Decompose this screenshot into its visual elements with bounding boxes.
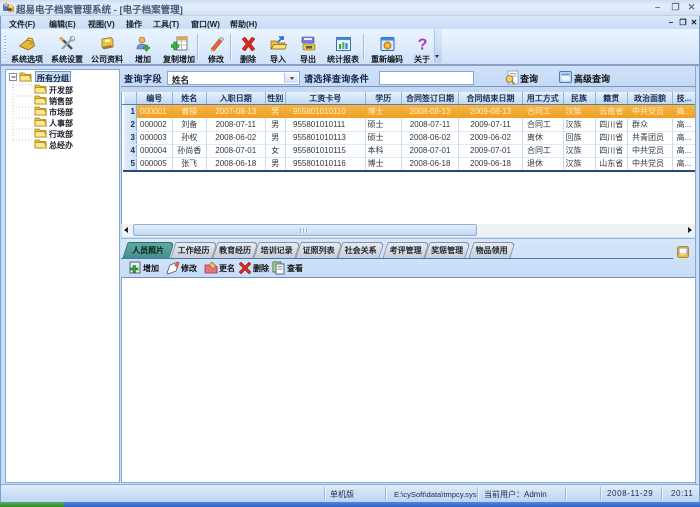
svg-text:?: ? [417,37,427,53]
